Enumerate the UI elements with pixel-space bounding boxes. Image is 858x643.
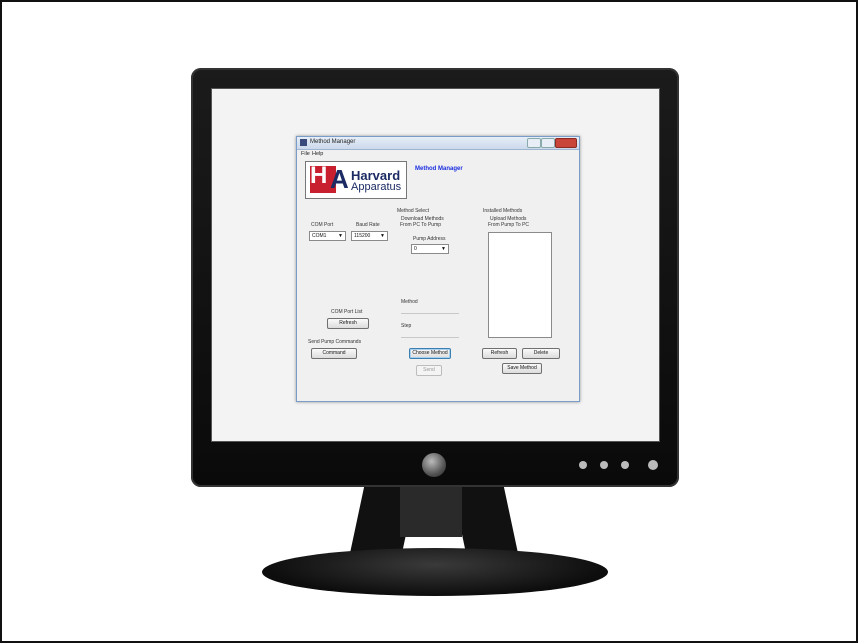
installed-methods-list[interactable]: [488, 232, 552, 338]
send-pump-commands-label: Send Pump Commands: [308, 339, 362, 345]
chevron-down-icon: ▼: [441, 246, 446, 252]
menu-bar: File Help: [297, 150, 579, 158]
monitor-control-icon[interactable]: [579, 461, 587, 469]
step-field: [401, 330, 459, 338]
download-methods-line2: From PC To Pump: [400, 222, 442, 228]
com-port-list-label: COM Port List: [331, 309, 363, 315]
monitor-stand-base: [262, 548, 608, 596]
choose-method-button[interactable]: Choose Method: [409, 348, 451, 359]
save-method-button[interactable]: Save Method: [502, 363, 542, 374]
pump-address-value: 0: [414, 246, 417, 252]
chevron-down-icon: ▼: [380, 233, 385, 239]
baud-rate-select[interactable]: 115200 ▼: [351, 231, 388, 241]
app-icon: [300, 139, 307, 146]
power-button-icon[interactable]: [422, 453, 446, 477]
logo-h-letter: H: [310, 162, 328, 189]
delete-button[interactable]: Delete: [522, 348, 560, 359]
method-field: [401, 306, 459, 314]
com-refresh-button[interactable]: Refresh: [327, 318, 369, 329]
installed-methods-label: Installed Methods: [483, 208, 523, 214]
baud-rate-value: 115200: [354, 233, 371, 239]
monitor-stand-neck: [400, 487, 462, 537]
installed-refresh-button[interactable]: Refresh: [482, 348, 517, 359]
method-label: Method: [401, 299, 418, 305]
monitor-control-icon[interactable]: [648, 460, 658, 470]
baud-rate-label: Baud Rate: [356, 222, 380, 228]
command-button[interactable]: Command: [311, 348, 357, 359]
chevron-down-icon: ▼: [338, 233, 343, 239]
upload-methods-line2: From Pump To PC: [488, 222, 530, 228]
com-port-label: COM Port: [311, 222, 334, 228]
com-port-value: COM1: [312, 233, 327, 239]
monitor-control-icon[interactable]: [600, 461, 608, 469]
pump-address-select[interactable]: 0 ▼: [411, 244, 449, 254]
title-bar: Method Manager: [297, 137, 579, 150]
method-manager-window: Method Manager File Help H A Harvard App…: [296, 136, 580, 402]
pump-address-label: Pump Address: [413, 236, 446, 242]
minimize-icon[interactable]: [527, 138, 541, 148]
method-select-label: Method Select: [397, 208, 429, 214]
logo-apparatus-text: Apparatus: [351, 181, 402, 193]
app-heading: Method Manager: [415, 166, 463, 172]
send-button[interactable]: Send: [416, 365, 442, 376]
close-icon[interactable]: [555, 138, 577, 148]
window-title: Method Manager: [310, 139, 356, 145]
step-label: Step: [401, 323, 412, 329]
maximize-icon[interactable]: [541, 138, 555, 148]
menu-help[interactable]: Help: [312, 151, 323, 157]
menu-file[interactable]: File: [301, 151, 310, 157]
harvard-apparatus-logo: H A Harvard Apparatus: [305, 161, 407, 199]
monitor-control-icon[interactable]: [621, 461, 629, 469]
logo-a-letter: A: [330, 164, 349, 194]
com-port-select[interactable]: COM1 ▼: [309, 231, 346, 241]
